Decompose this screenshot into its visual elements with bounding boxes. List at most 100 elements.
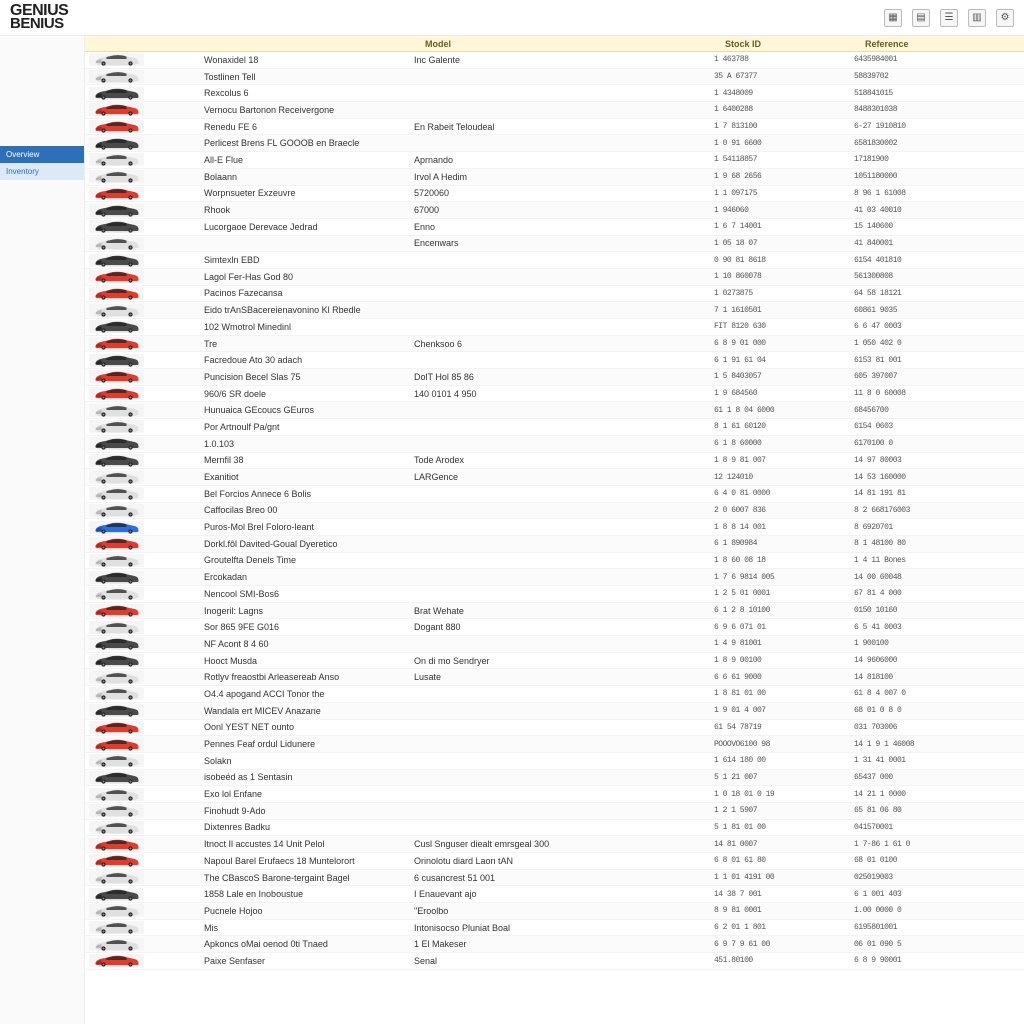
cell-c: 6 1 91 61 04 [714, 356, 854, 365]
cell-d: 14 00 60048 [854, 573, 954, 582]
sidebar-item-1[interactable]: Inventory [0, 163, 84, 180]
table-row[interactable]: Encenwars1 05 18 0741 840001 [85, 236, 1024, 253]
table-row[interactable]: Itnoct Il accustes 14 Unit PelolCusl Sng… [85, 836, 1024, 853]
car-thumbnail [89, 838, 144, 851]
table-row[interactable]: Oonl YEST NET ounto61 54 78719031 703006 [85, 720, 1024, 737]
grid-icon[interactable]: ▦ [884, 9, 902, 27]
cell-c: 1 8 9 00100 [714, 656, 854, 665]
table-row[interactable]: Rhook670001 94606041 03 40010 [85, 202, 1024, 219]
columns-icon[interactable]: ▥ [968, 9, 986, 27]
table-row[interactable]: Mernfil 38Tode Arodex1 8 9 81 00714 97 8… [85, 453, 1024, 470]
table-row[interactable]: Caffocilas Breo 002 0 6007 8368 2 668176… [85, 503, 1024, 520]
table-row[interactable]: Wonaxidel 18Inc Galente1 463788643598400… [85, 52, 1024, 69]
table-row[interactable]: Solakn1 614 180 001 31 41 0001 [85, 753, 1024, 770]
table-row[interactable]: Dorkl.fôl Davited-Goual Dyeretico6 1 890… [85, 536, 1024, 553]
column-header-stock[interactable]: Stock ID [725, 39, 865, 49]
table-row[interactable]: Por Artnoulf Pa/gnt8 1 61 601206154 0603 [85, 419, 1024, 436]
cell-a: Renedu FE 6 [204, 122, 414, 132]
cell-a: Puros-Mol Brel Foloro-leant [204, 522, 414, 532]
cell-a: Bel Forcios Annece 6 Bolis [204, 489, 414, 499]
table-row[interactable]: Vernocu Bartonon Receivergone1 640028884… [85, 102, 1024, 119]
car-thumbnail [89, 420, 144, 433]
cell-d: 6154 401810 [854, 256, 954, 265]
table-row[interactable]: O4.4 apogand ACCI Tonor the1 8 81 01 006… [85, 686, 1024, 703]
table-row[interactable]: All-E FlueAprnando1 5411885717181900 [85, 152, 1024, 169]
cell-c: 6 6 61 9000 [714, 673, 854, 682]
table-row[interactable]: isobeéd as 1 Sentasin5 1 21 00765437 000 [85, 770, 1024, 787]
table-row[interactable]: Sor 865 9FE G016Dogant 8806 9 6 071 016 … [85, 619, 1024, 636]
car-thumbnail [89, 404, 144, 417]
cell-d: 6 8 9 90001 [854, 956, 954, 965]
table-row[interactable]: Apkoncs oMai oenod 0ti Tnaed1 El Makeser… [85, 936, 1024, 953]
table-row[interactable]: Pacinos Fazecansa1 027387564 58 18121 [85, 286, 1024, 303]
column-header-model[interactable]: Model [425, 39, 725, 49]
cell-c: 1 0 91 6600 [714, 139, 854, 148]
table-row[interactable]: Pucnele Hojoo"Eroolbo8 9 81 00011.00 000… [85, 903, 1024, 920]
cell-a: Eido trAnSBacereienavonino Kl Rbedle [204, 305, 414, 315]
cell-d: 1 050 402 0 [854, 339, 954, 348]
table-row[interactable]: Dixtenres Badku5 1 81 01 00041570001 [85, 820, 1024, 837]
table-row[interactable]: ExanitiotLARGence12 12401014 53 160000 [85, 469, 1024, 486]
table-row[interactable]: 1858 Lale en InoboustueI Enauevant ajo14… [85, 886, 1024, 903]
table-row[interactable]: Hooct MusdaOn di mo Sendryer1 8 9 001001… [85, 653, 1024, 670]
table-row[interactable]: Puncision Becel Slas 75DolT Hol 85 861 5… [85, 369, 1024, 386]
table-row[interactable]: Simtexln EBD0 90 81 86186154 401810 [85, 252, 1024, 269]
table-row[interactable]: 102 Wmotrol MinedinlFIT 8120 6306 6 47 0… [85, 319, 1024, 336]
table-row[interactable]: Nencool SMI-Bos61 2 5 01 000167 81 4 000 [85, 586, 1024, 603]
table-row[interactable]: Lucorgaoe Derevace JedradEnno1 6 7 14001… [85, 219, 1024, 236]
table-row[interactable]: Ercokadan1 7 6 9814 00514 00 60048 [85, 569, 1024, 586]
table-row[interactable]: Rotlyv freaostbi Arleasereab AnsoLusate6… [85, 669, 1024, 686]
table-row[interactable]: Tostlinen Tell35 A 6737758839702 [85, 69, 1024, 86]
table-row[interactable]: Worpnsueter Exzeuvre57200601 1 0971758 9… [85, 186, 1024, 203]
car-thumbnail [89, 921, 144, 934]
table-row[interactable]: Paixe SenfaserSenal451.801006 8 9 90001 [85, 953, 1024, 970]
sidebar-item-0[interactable]: Overview [0, 146, 84, 163]
cell-c: 1 9 68 2656 [714, 172, 854, 181]
table-row[interactable]: Napoul Barel Erufaecs 18 MuntelorortOrin… [85, 853, 1024, 870]
layout-icon[interactable]: ▤ [912, 9, 930, 27]
table-row[interactable]: Finohudt 9-Ado1 2 1 590765 81 06 80 [85, 803, 1024, 820]
table-row[interactable]: NF Acont 8 4 601 4 9 810011 900100 [85, 636, 1024, 653]
table-row[interactable]: Exo lol Enfane1 0 18 01 0 1914 21 1 0000 [85, 786, 1024, 803]
cell-d: 11 8 0 60008 [854, 389, 954, 398]
table-row[interactable]: Rexcolus 61 4348009518841015 [85, 85, 1024, 102]
cell-a: Ercokadan [204, 572, 414, 582]
car-thumbnail [89, 287, 144, 300]
table-row[interactable]: 960/6 SR doele140 0101 4 9501 9 68456011… [85, 386, 1024, 403]
table-row[interactable]: Puros-Mol Brel Foloro-leant1 8 8 14 0018… [85, 519, 1024, 536]
cell-d: 6153 81 001 [854, 356, 954, 365]
table-row[interactable]: Facredoue Ato 30 adach 6 1 91 61 046153 8… [85, 352, 1024, 369]
cell-a: Facredoue Ato 30 adach [204, 355, 414, 365]
table-row[interactable]: Hunuaica GEcoucs GEuros61 1 8 04 6000684… [85, 402, 1024, 419]
cell-a: Itnoct Il accustes 14 Unit Pelol [204, 839, 414, 849]
table-row[interactable]: Eido trAnSBacereienavonino Kl Rbedle7 1 … [85, 302, 1024, 319]
cell-c: 1 54118857 [714, 155, 854, 164]
cell-a: Tostlinen Tell [204, 72, 414, 82]
cell-d: 1 7-86 1 61 0 [854, 840, 954, 849]
column-header-reference[interactable]: Reference [865, 39, 965, 49]
cell-c: 61 1 8 04 6000 [714, 406, 854, 415]
cell-d: 14 21 1 0000 [854, 790, 954, 799]
table-row[interactable]: BolaannIrvol A Hedim1 9 68 2656105118000… [85, 169, 1024, 186]
table-row[interactable]: Pennes Feaf ordul LidunerePOOOVO6100 981… [85, 736, 1024, 753]
table-row[interactable]: Groutelfta Denels Time1 8 60 08 181 4 11… [85, 553, 1024, 570]
table-row[interactable]: Renedu FE 6En Rabeit Teloudeal1 7 813100… [85, 119, 1024, 136]
cell-c: 2 0 6007 836 [714, 506, 854, 515]
car-thumbnail [89, 437, 144, 450]
cell-b: 1 El Makeser [414, 939, 714, 949]
list-icon[interactable]: ☰ [940, 9, 958, 27]
settings-icon[interactable]: ⚙ [996, 9, 1014, 27]
cell-a: 102 Wmotrol Minedinl [204, 322, 414, 332]
table-row[interactable]: The CBascoS Barone-tergaint Bagel6 cusan… [85, 870, 1024, 887]
table-row[interactable]: Bel Forcios Annece 6 Bolis6 4 0 81 00001… [85, 486, 1024, 503]
cell-c: POOOVO6100 98 [714, 740, 854, 749]
table-row[interactable]: Lagol Fer-Has God 801 10 860078561300808 [85, 269, 1024, 286]
table-row[interactable]: 1.0.1036 1 8 600006170100 0 [85, 436, 1024, 453]
table-row[interactable]: Perlicest Brens FL GOOOB en Braecle1 0 9… [85, 135, 1024, 152]
table-row[interactable]: Wandala ert MICEV Anazane1 9 01 4 00768 … [85, 703, 1024, 720]
table-row[interactable]: Inogeril: LagnsBrat Wehate6 1 2 8 101000… [85, 603, 1024, 620]
table-row[interactable]: TreChenksoo 66 8 9 01 0001 050 402 0 [85, 336, 1024, 353]
table-row[interactable]: MisIntonisocso Pluniat Boal6 2 01 1 8016… [85, 920, 1024, 937]
cell-a: Finohudt 9-Ado [204, 806, 414, 816]
cell-d: 14 53 160000 [854, 473, 954, 482]
